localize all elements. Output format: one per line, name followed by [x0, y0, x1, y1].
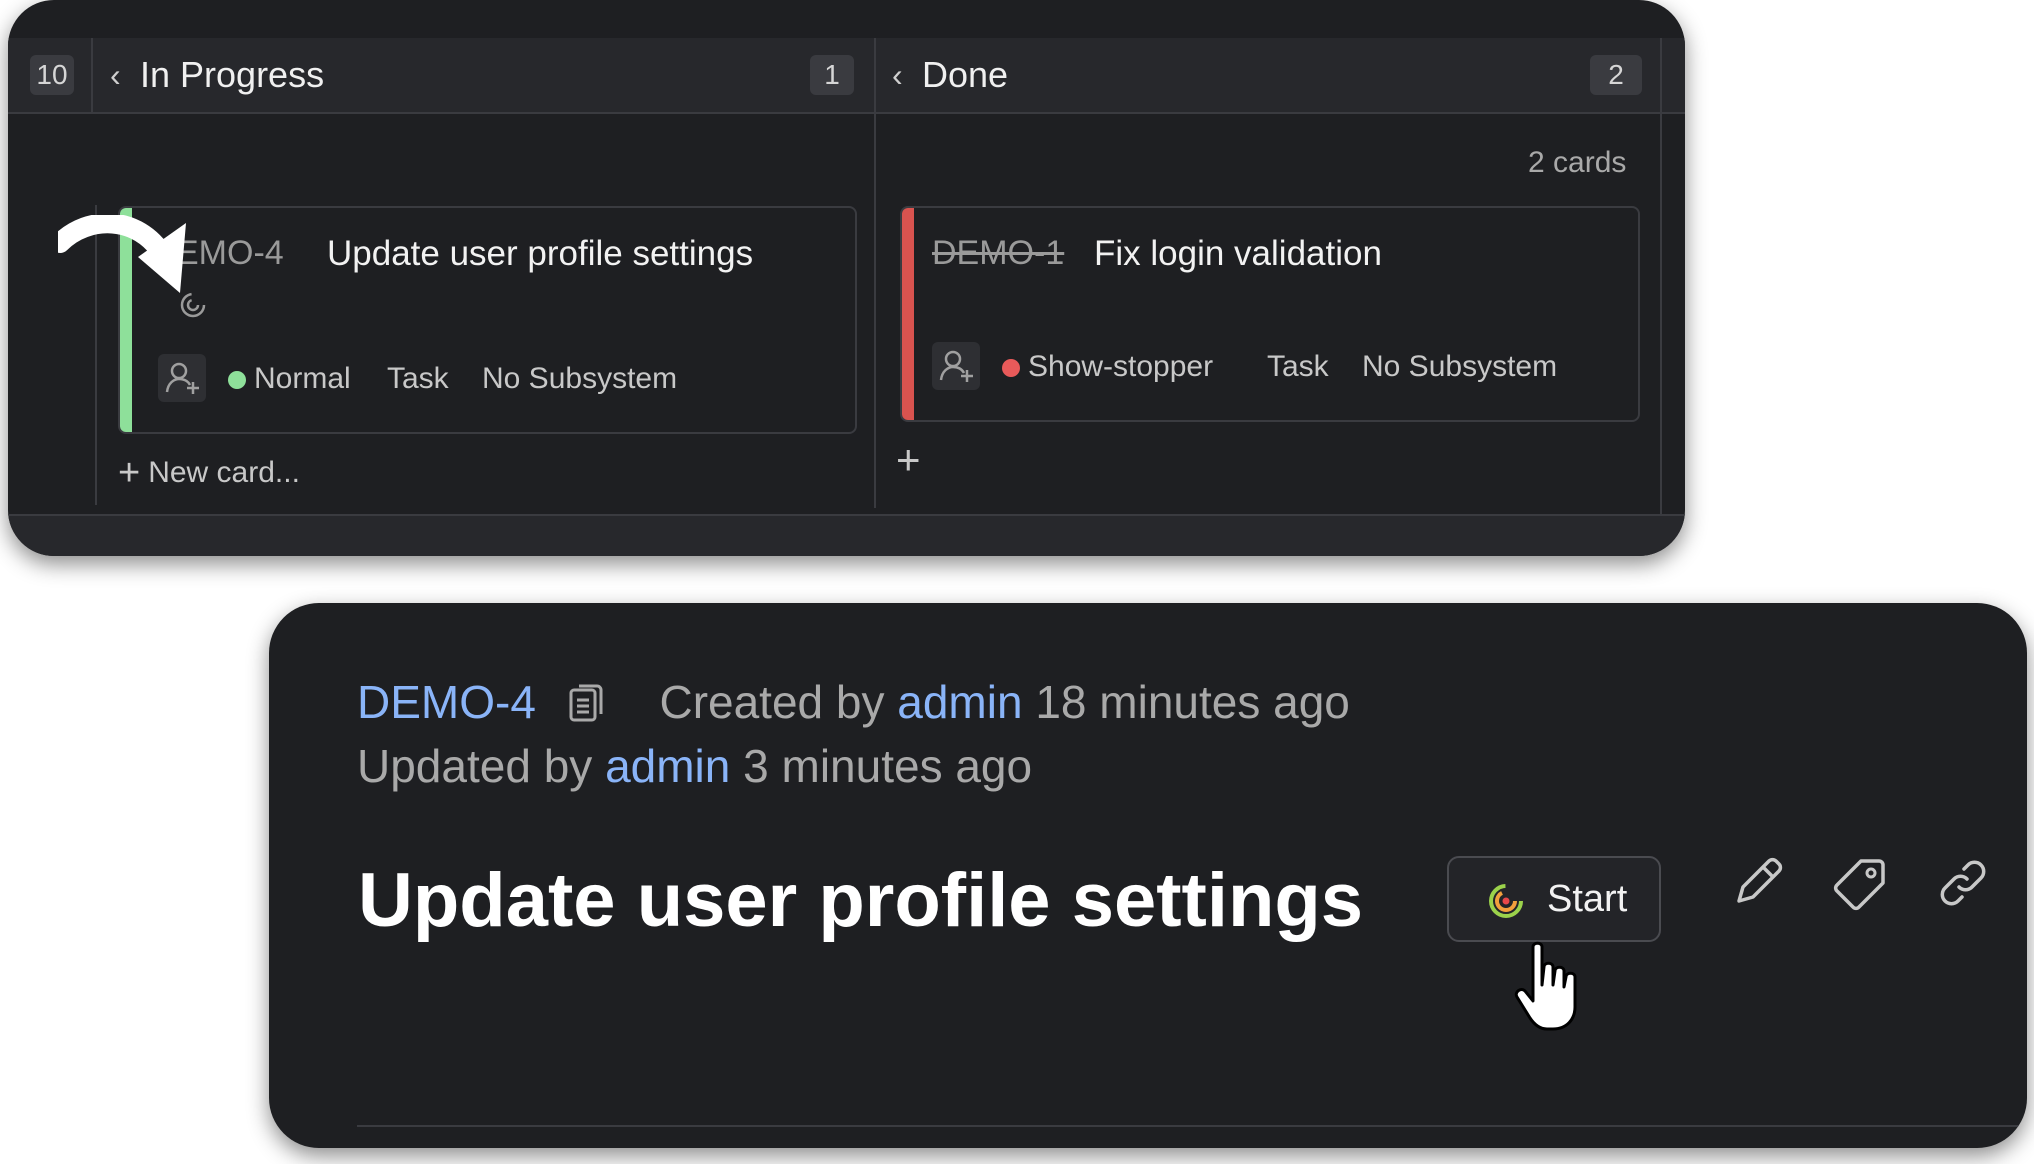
new-card-button[interactable]: + New card...: [118, 452, 300, 495]
card-subsystem[interactable]: No Subsystem: [482, 362, 677, 396]
column-divider: [874, 38, 876, 508]
card-priority[interactable]: Show-stopper: [1002, 350, 1213, 384]
column-divider: [1660, 38, 1662, 556]
start-button[interactable]: Start: [1447, 856, 1661, 942]
tag-icon[interactable]: [1831, 853, 1891, 913]
updated-time: 3 minutes ago: [743, 740, 1033, 792]
board-footer: [8, 514, 1685, 556]
card-id[interactable]: DEMO-1: [932, 234, 1064, 273]
card-subsystem[interactable]: No Subsystem: [1362, 350, 1557, 384]
collapse-done-chevron-icon[interactable]: ‹: [892, 55, 903, 95]
link-icon[interactable]: [1933, 853, 1993, 913]
issue-title[interactable]: Update user profile settings: [358, 857, 1363, 944]
updated-user-link[interactable]: admin: [605, 740, 730, 792]
card-priority[interactable]: Normal: [228, 362, 351, 396]
section-divider: [357, 1125, 2027, 1127]
card-title[interactable]: Fix login validation: [1094, 234, 1382, 274]
card-demo-1[interactable]: DEMO-1 Fix login validation Show-stopper…: [900, 206, 1640, 422]
hand-cursor-icon: [1513, 939, 1593, 1044]
card-type[interactable]: Task: [387, 362, 449, 396]
issue-id-link[interactable]: DEMO-4: [357, 676, 536, 728]
add-assignee-icon[interactable]: [932, 342, 980, 390]
card-id[interactable]: EMO-4: [176, 234, 284, 273]
updated-prefix: Updated by: [357, 740, 593, 792]
done-count: 2: [1590, 55, 1642, 95]
done-card-count: 2 cards: [1528, 146, 1627, 179]
issue-meta-created: DEMO-4 Created by admin 18 minutes ago: [357, 675, 1350, 735]
pencil-icon[interactable]: [1727, 853, 1787, 913]
add-assignee-icon[interactable]: [158, 354, 206, 402]
card-demo-4[interactable]: EMO-4 Update user profile settings Norma…: [118, 206, 857, 434]
priority-dot: [228, 371, 246, 390]
add-card-plus-icon[interactable]: +: [896, 436, 921, 484]
card-title[interactable]: Update user profile settings: [327, 234, 753, 274]
card-color-stripe: [902, 208, 914, 420]
copy-id-icon[interactable]: [567, 680, 607, 735]
collapsed-column-count: 10: [30, 55, 74, 95]
collapse-in-progress-chevron-icon[interactable]: ‹: [110, 55, 121, 95]
card-type[interactable]: Task: [1267, 350, 1329, 384]
created-time: 18 minutes ago: [1035, 676, 1350, 728]
created-prefix: Created by: [659, 676, 885, 728]
issue-detail-panel: DEMO-4 Created by admin 18 minutes ago U…: [269, 603, 2027, 1148]
column-title-in-progress[interactable]: In Progress: [140, 48, 324, 102]
start-label: Start: [1547, 878, 1628, 920]
column-title-done[interactable]: Done: [922, 48, 1008, 102]
agile-board-panel: 10 ‹ In Progress 1 ‹ Done 2 2 cards EMO-…: [8, 0, 1685, 556]
plus-icon: +: [118, 452, 141, 494]
timer-icon: [1487, 882, 1525, 925]
column-divider: [91, 38, 93, 112]
in-progress-count: 1: [810, 55, 854, 95]
priority-dot: [1002, 359, 1020, 378]
curved-arrow-icon: [50, 213, 188, 300]
created-user-link[interactable]: admin: [897, 676, 1022, 728]
issue-meta-updated: Updated by admin 3 minutes ago: [357, 739, 1032, 793]
